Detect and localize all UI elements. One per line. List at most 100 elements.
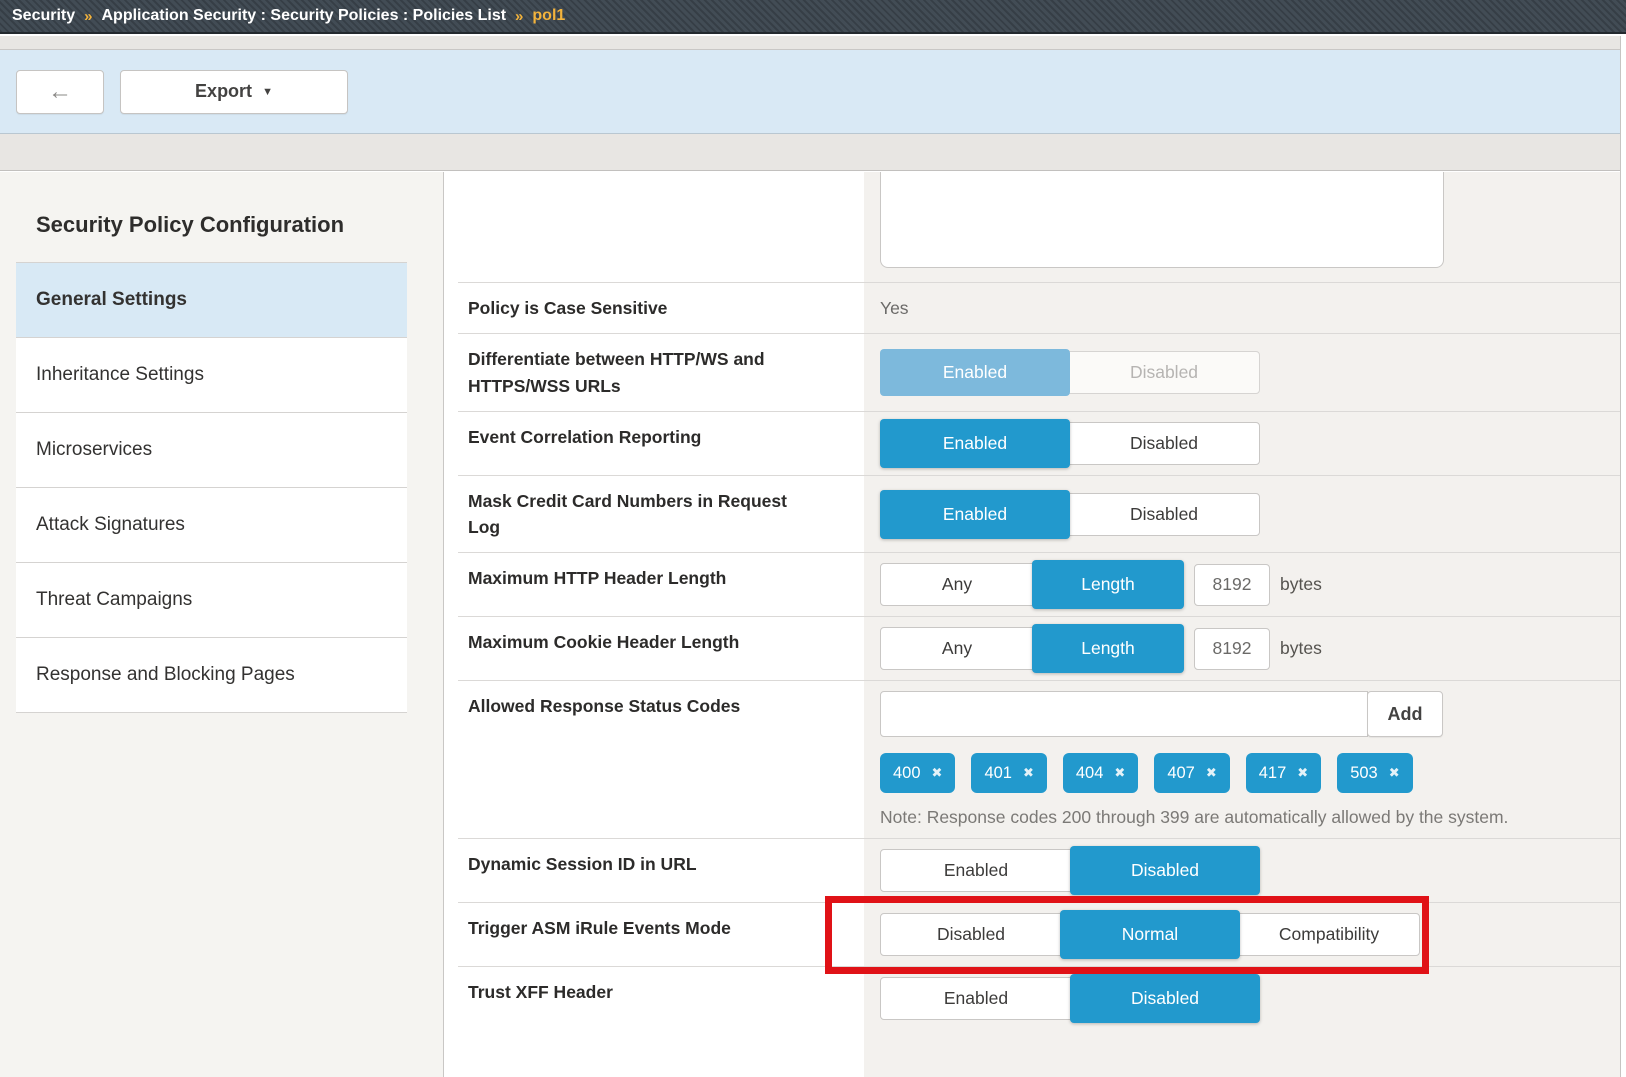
- content-area: Security Policy Configuration General Se…: [0, 172, 1620, 1077]
- sidebar-item-label: Microservices: [36, 439, 152, 460]
- field-value: EnabledDisabled: [864, 412, 1620, 475]
- toggle-option-normal[interactable]: Normal: [1060, 910, 1240, 959]
- toggle-option-compatibility[interactable]: Compatibility: [1239, 914, 1419, 955]
- chip-value: 407: [1167, 764, 1195, 783]
- field-label: Allowed Response Status Codes: [444, 681, 864, 838]
- form-row-dynamic-session-id-in-url: Dynamic Session ID in URL EnabledDisabled: [444, 839, 1620, 902]
- toggle-group: EnabledDisabled: [880, 422, 1260, 465]
- toggle-option-disabled[interactable]: Disabled: [1069, 494, 1259, 535]
- toggle-group: DisabledNormalCompatibility: [880, 913, 1420, 956]
- remove-chip-icon[interactable]: ✖: [932, 765, 943, 781]
- status-code-chip[interactable]: 404 ✖: [1063, 753, 1138, 793]
- sidebar-item-label: General Settings: [36, 289, 187, 310]
- sidebar-item-label: Inheritance Settings: [36, 364, 204, 385]
- field-label: Trust XFF Header: [444, 967, 864, 1030]
- toggle-option-enabled[interactable]: Enabled: [881, 850, 1071, 891]
- toggle-option-disabled[interactable]: Disabled: [1070, 974, 1260, 1023]
- codes-input-row: Add: [880, 691, 1443, 737]
- field-value: EnabledDisabled: [864, 839, 1620, 902]
- toggle-option-disabled[interactable]: Disabled: [1069, 423, 1259, 464]
- toggle-option-any[interactable]: Any: [881, 628, 1033, 669]
- chip-value: 503: [1350, 764, 1378, 783]
- toggle-option-any[interactable]: Any: [881, 564, 1033, 605]
- unit-label: bytes: [1280, 638, 1322, 659]
- sidebar-item-microservices[interactable]: Microservices: [16, 412, 407, 487]
- length-value-input[interactable]: [1194, 564, 1270, 606]
- field-label: Dynamic Session ID in URL: [444, 839, 864, 902]
- form-row-differentiate-between-http-ws-and-https-wss-urls: Differentiate between HTTP/WS and HTTPS/…: [444, 334, 1620, 411]
- field-value: EnabledDisabled: [864, 967, 1620, 1030]
- row-separator: [458, 616, 1620, 617]
- field-value: Add 400 ✖ 401 ✖ 404 ✖ 407 ✖ 417 ✖ 503 ✖ Note: Respons…: [864, 681, 1620, 838]
- toggle-group: AnyLength: [880, 627, 1184, 670]
- field-label: Differentiate between HTTP/WS and HTTPS/…: [444, 334, 864, 411]
- toggle-group: EnabledDisabled: [880, 977, 1260, 1020]
- form-row-allowed-response-status-codes: Allowed Response Status Codes Add 400 ✖ 401 ✖…: [444, 681, 1620, 838]
- sidebar-item-label: Attack Signatures: [36, 514, 185, 535]
- breadcrumb-item-policies-list[interactable]: Application Security : Security Policies…: [101, 7, 506, 25]
- chip-value: 417: [1259, 764, 1287, 783]
- add-button[interactable]: Add: [1367, 691, 1443, 737]
- status-code-chip[interactable]: 407 ✖: [1154, 753, 1229, 793]
- field-value: AnyLengthbytes: [864, 553, 1620, 616]
- breadcrumb-separator-icon: »: [515, 8, 523, 25]
- note-text: Note: Response codes 200 through 399 are…: [880, 807, 1508, 828]
- export-button[interactable]: Export ▼: [120, 70, 348, 114]
- chip-value: 400: [893, 764, 921, 783]
- field-label: Trigger ASM iRule Events Mode: [444, 903, 864, 966]
- status-code-chip[interactable]: 503 ✖: [1337, 753, 1412, 793]
- breadcrumb-separator-icon: »: [84, 8, 92, 25]
- page-body: ← Export ▼ Security Policy Configuration…: [0, 36, 1621, 1077]
- toolbar: ← Export ▼: [0, 50, 1620, 134]
- remove-chip-icon[interactable]: ✖: [1114, 765, 1125, 781]
- app-window: Security » Application Security : Securi…: [0, 0, 1626, 1077]
- back-button[interactable]: ←: [16, 70, 104, 114]
- toolbar-bottom-strip: [0, 134, 1620, 171]
- form-row-trust-xff-header: Trust XFF Header EnabledDisabled: [444, 967, 1620, 1030]
- sidebar-item-attack-signatures[interactable]: Attack Signatures: [16, 487, 407, 562]
- toggle-option-enabled[interactable]: Enabled: [880, 419, 1070, 468]
- toggle-option-disabled[interactable]: Disabled: [1069, 352, 1259, 393]
- row-separator: [458, 838, 1620, 839]
- status-code-chip[interactable]: 417 ✖: [1246, 753, 1321, 793]
- status-code-chip[interactable]: 400 ✖: [880, 753, 955, 793]
- sidebar-item-response-and-blocking-pages[interactable]: Response and Blocking Pages: [16, 637, 407, 713]
- sidebar-nav: General Settings Inheritance Settings Micr…: [16, 262, 407, 713]
- remove-chip-icon[interactable]: ✖: [1206, 765, 1217, 781]
- field-label: Mask Credit Card Numbers in Request Log: [444, 476, 864, 553]
- truncated-text-input[interactable]: [880, 172, 1444, 268]
- status-code-chip[interactable]: 401 ✖: [971, 753, 1046, 793]
- form-row-maximum-cookie-header-length: Maximum Cookie Header Length AnyLength byt…: [444, 617, 1620, 680]
- sidebar-item-inheritance-settings[interactable]: Inheritance Settings: [16, 337, 407, 412]
- remove-chip-icon[interactable]: ✖: [1389, 765, 1400, 781]
- form-row-mask-credit-card-numbers-in-request-log: Mask Credit Card Numbers in Request Log E…: [444, 476, 1620, 553]
- form-row-trigger-asm-irule-events-mode: Trigger ASM iRule Events Mode DisabledNor…: [444, 903, 1620, 966]
- toggle-option-disabled[interactable]: Disabled: [1070, 846, 1260, 895]
- top-strip: [0, 36, 1620, 50]
- settings-panel: Policy is Case SensitiveYesDifferentiate…: [444, 172, 1620, 1077]
- toggle-option-enabled[interactable]: Enabled: [881, 978, 1071, 1019]
- field-label: [444, 172, 864, 282]
- chip-value: 404: [1076, 764, 1104, 783]
- sidebar-item-threat-campaigns[interactable]: Threat Campaigns: [16, 562, 407, 637]
- toggle-option-disabled[interactable]: Disabled: [881, 914, 1061, 955]
- row-separator: [458, 552, 1620, 553]
- sidebar-item-general-settings[interactable]: General Settings: [16, 262, 407, 337]
- toggle-option-length[interactable]: Length: [1032, 624, 1184, 673]
- field-value: AnyLength bytes: [864, 617, 1620, 680]
- breadcrumb-item-security[interactable]: Security: [12, 7, 75, 25]
- breadcrumb: Security » Application Security : Securi…: [0, 0, 1626, 34]
- toggle-option-length[interactable]: Length: [1032, 560, 1184, 609]
- field-label: Maximum Cookie Header Length: [444, 617, 864, 680]
- toggle-option-enabled[interactable]: Enabled: [880, 490, 1070, 539]
- form-row-policy-is-case-sensitive: Policy is Case SensitiveYes: [444, 283, 1620, 333]
- form-rows: Policy is Case SensitiveYesDifferentiate…: [444, 172, 1620, 1030]
- chip-value: 401: [984, 764, 1012, 783]
- status-code-input[interactable]: [880, 691, 1368, 737]
- length-value-input[interactable]: [1194, 628, 1270, 670]
- toggle-group: EnabledDisabled: [880, 849, 1260, 892]
- remove-chip-icon[interactable]: ✖: [1023, 765, 1034, 781]
- toggle-option-enabled[interactable]: Enabled: [880, 349, 1070, 396]
- field-value: Yes: [864, 283, 1620, 333]
- remove-chip-icon[interactable]: ✖: [1297, 765, 1308, 781]
